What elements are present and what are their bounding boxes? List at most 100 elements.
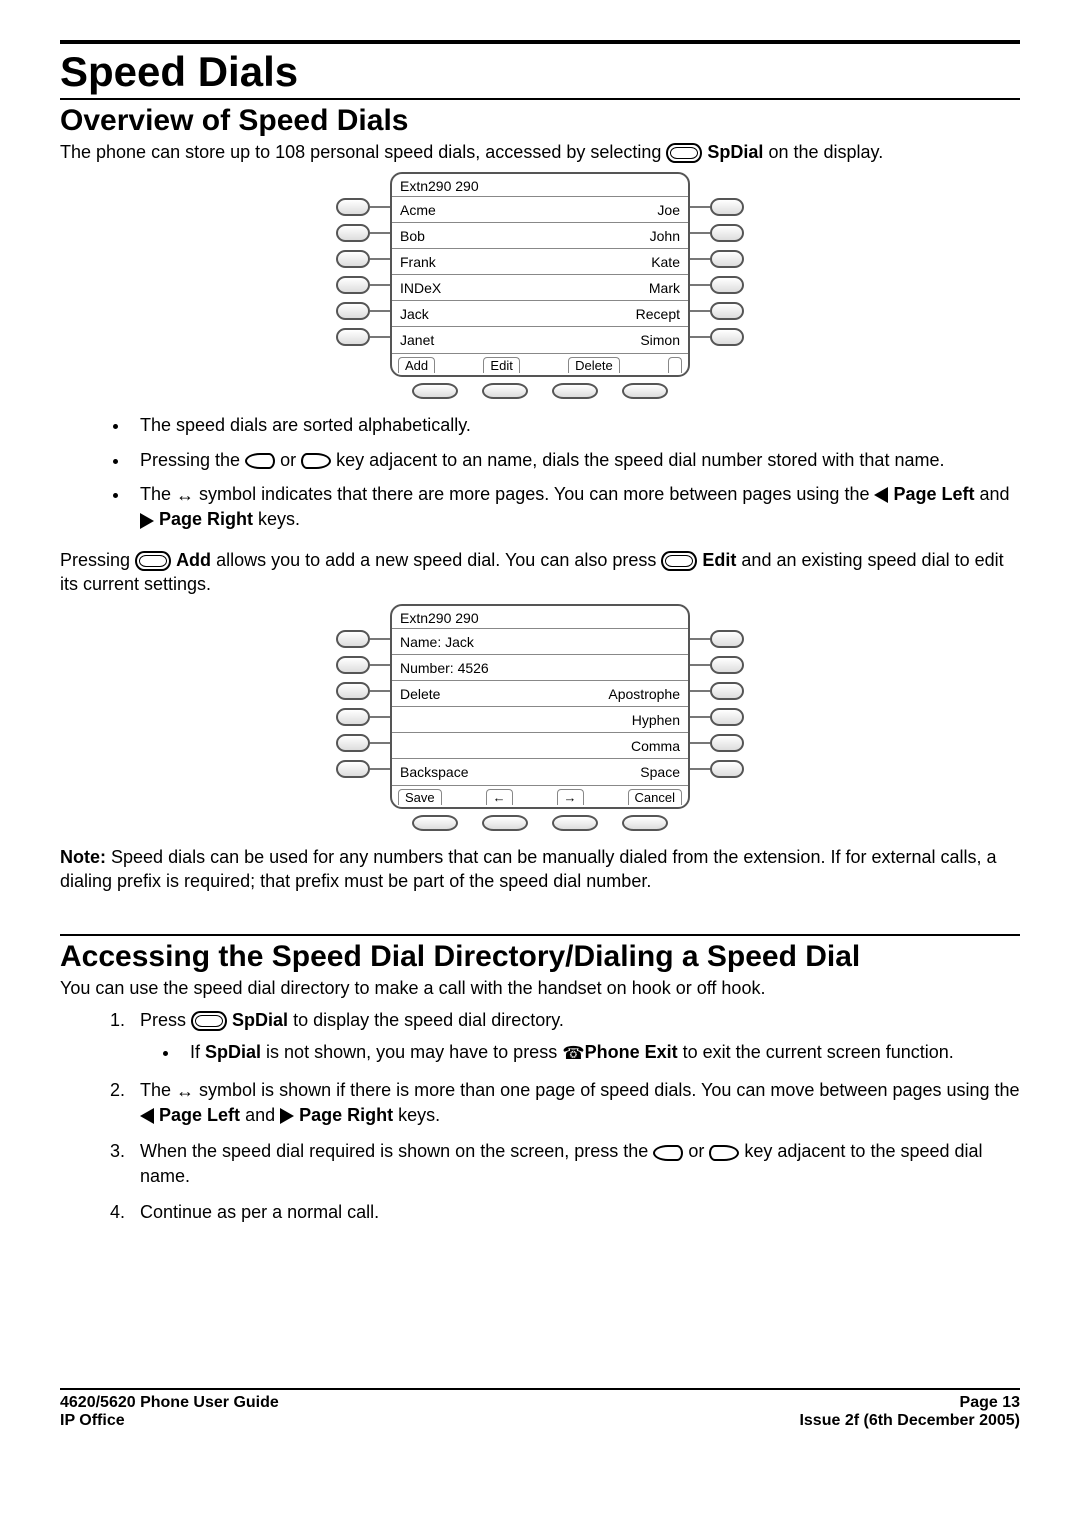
bullet: The ↔ symbol indicates that there are mo… bbox=[130, 482, 1020, 532]
footer-left-1: 4620/5620 Phone User Guide bbox=[60, 1394, 279, 1412]
side-button bbox=[336, 760, 370, 778]
side-button bbox=[710, 760, 744, 778]
side-button bbox=[336, 276, 370, 294]
note-label: Note: bbox=[60, 847, 106, 867]
step: The ↔ symbol is shown if there is more t… bbox=[130, 1078, 1020, 1128]
add-label: Add bbox=[176, 550, 211, 570]
side-button bbox=[710, 328, 744, 346]
side-button bbox=[336, 198, 370, 216]
phone-exit-label: Phone Exit bbox=[585, 1042, 678, 1062]
lcd-row: BackspaceSpace bbox=[392, 759, 688, 785]
step: Continue as per a normal call. bbox=[130, 1200, 1020, 1224]
right-key-icon bbox=[709, 1145, 739, 1161]
text: on the display. bbox=[768, 142, 883, 162]
lcd-header: Extn290 290 bbox=[392, 174, 688, 197]
section1-note: Note: Speed dials can be used for any nu… bbox=[60, 845, 1020, 894]
side-button bbox=[710, 224, 744, 242]
side-button bbox=[710, 656, 744, 674]
section1-para2: Pressing Add allows you to add a new spe… bbox=[60, 548, 1020, 597]
right-button-column bbox=[690, 604, 744, 782]
footer-right-2: Issue 2f (6th December 2005) bbox=[799, 1412, 1020, 1430]
side-button bbox=[336, 734, 370, 752]
lcd-row: Comma bbox=[392, 733, 688, 759]
section1-heading: Overview of Speed Dials bbox=[60, 104, 1020, 138]
side-button bbox=[710, 630, 744, 648]
side-button bbox=[710, 302, 744, 320]
page-right-icon bbox=[140, 513, 154, 529]
softkey-icon bbox=[191, 1011, 227, 1031]
softkey-button bbox=[552, 815, 598, 831]
page-title: Speed Dials bbox=[60, 48, 1020, 96]
page-right-icon bbox=[280, 1108, 294, 1124]
left-button-column bbox=[336, 172, 390, 350]
left-key-icon bbox=[245, 453, 275, 469]
left-button-column bbox=[336, 604, 390, 782]
bullet: The speed dials are sorted alphabeticall… bbox=[130, 413, 1020, 437]
note-text: Speed dials can be used for any numbers … bbox=[60, 847, 997, 891]
softkey-button bbox=[552, 383, 598, 399]
right-button-column bbox=[690, 172, 744, 350]
phone-icon: ☎ bbox=[562, 1041, 584, 1065]
left-key-icon bbox=[653, 1145, 683, 1161]
section2-heading: Accessing the Speed Dial Directory/Diali… bbox=[60, 940, 1020, 974]
lcd-row: JanetSimon bbox=[392, 327, 688, 353]
page-left-icon bbox=[140, 1108, 154, 1124]
section1-bullets: The speed dials are sorted alphabeticall… bbox=[60, 413, 1020, 531]
rule-under-title bbox=[60, 98, 1020, 100]
page-right-label: Page Right bbox=[299, 1105, 393, 1125]
softkey-button bbox=[622, 383, 668, 399]
softkey-icon bbox=[666, 143, 702, 163]
page-left-label: Page Left bbox=[159, 1105, 240, 1125]
section2-steps: Press SpDial to display the speed dial d… bbox=[60, 1008, 1020, 1224]
sub-bullet: If SpDial is not shown, you may have to … bbox=[180, 1040, 1020, 1065]
page-left-label: Page Left bbox=[893, 484, 974, 504]
side-button bbox=[710, 276, 744, 294]
side-button bbox=[710, 198, 744, 216]
side-button bbox=[710, 734, 744, 752]
side-button bbox=[710, 708, 744, 726]
side-button bbox=[336, 328, 370, 346]
lcd1-illustration: Extn290 290 AcmeJoe BobJohn FrankKate IN… bbox=[60, 172, 1020, 399]
section1-intro: The phone can store up to 108 personal s… bbox=[60, 140, 1020, 164]
double-arrow-icon: ↔ bbox=[176, 483, 194, 507]
lcd-softkey-row: Save ← → Cancel bbox=[392, 785, 688, 807]
footer-left-2: IP Office bbox=[60, 1412, 125, 1430]
edit-label: Edit bbox=[702, 550, 736, 570]
side-button bbox=[336, 656, 370, 674]
page-left-icon bbox=[874, 487, 888, 503]
lcd-row: INDeXMark bbox=[392, 275, 688, 301]
page-footer: 4620/5620 Phone User Guide Page 13 IP Of… bbox=[60, 1388, 1020, 1430]
side-button bbox=[710, 682, 744, 700]
lcd-row: BobJohn bbox=[392, 223, 688, 249]
right-key-icon bbox=[301, 453, 331, 469]
rule-section2 bbox=[60, 934, 1020, 936]
softkey-icon bbox=[135, 551, 171, 571]
side-button bbox=[336, 224, 370, 242]
lcd-header: Extn290 290 bbox=[392, 606, 688, 629]
footer-right-1: Page 13 bbox=[960, 1394, 1020, 1412]
lcd-row: JackRecept bbox=[392, 301, 688, 327]
rule-top bbox=[60, 40, 1020, 44]
spdial-label: SpDial bbox=[707, 142, 763, 162]
section2-intro: You can use the speed dial directory to … bbox=[60, 976, 1020, 1000]
side-button bbox=[336, 302, 370, 320]
spdial-label: SpDial bbox=[205, 1042, 261, 1062]
lcd-row: Name: Jack bbox=[392, 629, 688, 655]
side-button bbox=[710, 250, 744, 268]
softkey-button bbox=[482, 815, 528, 831]
bottom-softkeys bbox=[390, 809, 690, 831]
spdial-label: SpDial bbox=[232, 1010, 288, 1030]
bullet: Pressing the or key adjacent to an name,… bbox=[130, 448, 1020, 472]
softkey-button bbox=[622, 815, 668, 831]
step: Press SpDial to display the speed dial d… bbox=[130, 1008, 1020, 1066]
softkey-button bbox=[482, 383, 528, 399]
lcd-row: Hyphen bbox=[392, 707, 688, 733]
side-button bbox=[336, 630, 370, 648]
side-button bbox=[336, 682, 370, 700]
step: When the speed dial required is shown on… bbox=[130, 1139, 1020, 1188]
lcd-softkey-row: Add Edit Delete bbox=[392, 353, 688, 375]
lcd-row: Number: 4526 bbox=[392, 655, 688, 681]
lcd1-screen: Extn290 290 AcmeJoe BobJohn FrankKate IN… bbox=[390, 172, 690, 377]
lcd-row: AcmeJoe bbox=[392, 197, 688, 223]
lcd2-screen: Extn290 290 Name: Jack Number: 4526 Dele… bbox=[390, 604, 690, 809]
